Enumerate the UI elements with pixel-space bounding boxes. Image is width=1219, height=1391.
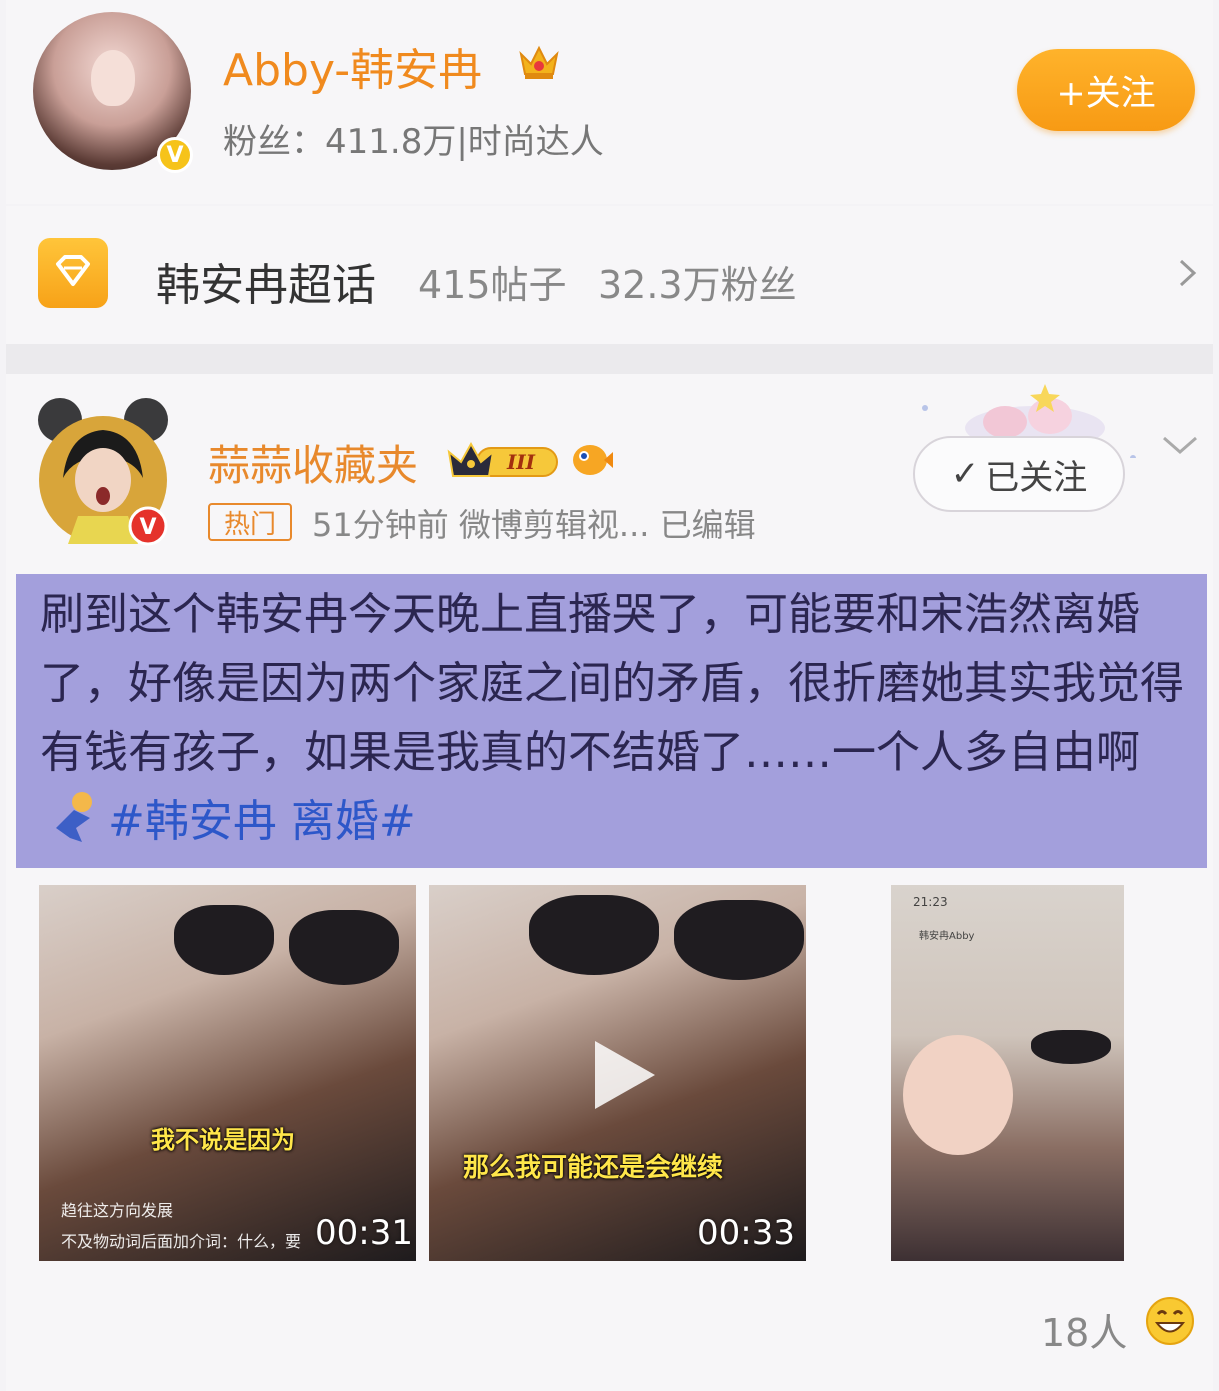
sunglasses-left: [529, 895, 659, 975]
pufferfish-icon: [573, 445, 613, 475]
video-thumbnail-1[interactable]: 我不说是因为 趋往这方向发展 不及物动词后面加介词：什么，要 00:31: [39, 885, 416, 1261]
followed-label: 已关注: [985, 457, 1088, 498]
super-topic-fans: 32.3万粉丝: [598, 263, 797, 307]
section-divider: [6, 344, 1213, 374]
video-duration: 00:33: [697, 1213, 795, 1253]
sunglasses-right: [289, 910, 399, 985]
followed-button[interactable]: ✓ 已关注: [913, 436, 1125, 512]
super-topic-title[interactable]: 韩安冉超话: [156, 249, 376, 313]
post-text[interactable]: 刷到这个韩安冉今天晚上直播哭了，可能要和宋浩然离婚了，好像是因为两个家庭之间的矛…: [40, 580, 1200, 856]
sunglasses: [1031, 1030, 1111, 1064]
status-time: 21:23: [913, 895, 948, 909]
video-subtitle: 那么我可能还是会继续: [463, 1153, 724, 1183]
image-thumbnail-3[interactable]: 21:23 韩安冉Abby: [891, 885, 1124, 1261]
live-host-name: 韩安冉Abby: [919, 931, 975, 942]
baby-figure: [903, 1035, 1013, 1155]
video-subtitle: 我不说是因为: [151, 1126, 295, 1154]
dancing-emoji-icon: [56, 792, 92, 842]
sunglasses-left: [174, 905, 274, 975]
like-count: 18人: [1041, 1311, 1128, 1355]
avatar-face: [91, 50, 135, 106]
post-meta: 51分钟前 微博剪辑视... 已编辑: [312, 506, 756, 544]
chevron-right-icon[interactable]: [1172, 258, 1202, 288]
profile-name[interactable]: Abby-韩安冉: [223, 34, 482, 98]
grin-emoji-icon[interactable]: [1145, 1296, 1195, 1346]
chevron-down-icon[interactable]: [1160, 430, 1200, 460]
poster-avatar[interactable]: V: [38, 398, 168, 546]
follow-button[interactable]: +关注: [1017, 49, 1195, 131]
hashtag-link[interactable]: #韩安冉 离婚#: [108, 796, 416, 847]
check-icon: ✓: [950, 454, 980, 494]
video-overlay-text: 趋往这方向发展: [61, 1201, 174, 1220]
super-topic-posts: 415帖子: [418, 263, 567, 307]
profile-stats: 粉丝：411.8万|时尚达人: [223, 122, 604, 162]
vip-crown-icon: III: [447, 441, 558, 477]
crown-icon: [519, 45, 559, 79]
video-thumbnail-2[interactable]: 那么我可能还是会继续 00:33: [429, 885, 806, 1261]
verified-badge-icon: V: [157, 137, 193, 173]
post-body: 刷到这个韩安冉今天晚上直播哭了，可能要和宋浩然离婚了，好像是因为两个家庭之间的矛…: [40, 589, 1184, 778]
video-duration: 00:31: [315, 1213, 413, 1253]
super-topic-diamond-icon: [38, 238, 108, 308]
vip-level-text: III: [506, 450, 536, 474]
play-icon[interactable]: [589, 1037, 659, 1113]
post-author-name[interactable]: 蒜蒜收藏夹: [208, 432, 418, 493]
svg-text:V: V: [139, 515, 156, 540]
sunglasses-right: [674, 900, 804, 980]
video-overlay-text: 不及物动词后面加介词：什么，要: [61, 1232, 302, 1251]
hot-tag: 热门: [208, 503, 292, 541]
